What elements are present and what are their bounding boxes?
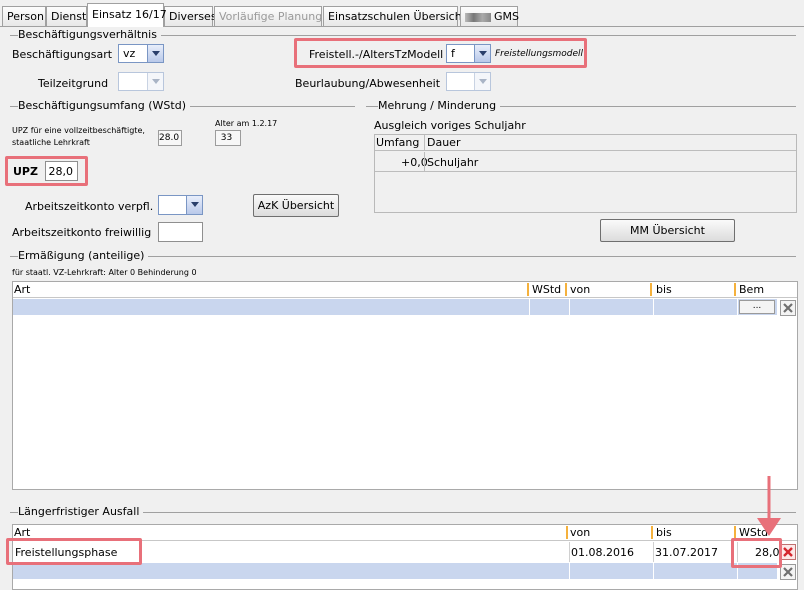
delete-row-icon[interactable] xyxy=(780,544,796,560)
chevron-down-icon[interactable] xyxy=(186,196,202,214)
azk-voluntary-input[interactable] xyxy=(158,222,203,242)
blurred-logo xyxy=(465,12,491,22)
extra-row-duration: Schuljahr xyxy=(427,156,479,169)
cell-divider xyxy=(529,299,530,315)
tab-gms[interactable]: GMS xyxy=(460,6,519,27)
reduction-col-art: Art xyxy=(14,283,31,296)
absence-row-bis: 31.07.2017 xyxy=(655,546,718,559)
leave-label: Beurlaubung/Abwesenheit xyxy=(295,77,441,90)
reduction-col-bem: Bem xyxy=(739,283,765,296)
scope-section-title: Beschäftigungsumfang (WStd) xyxy=(18,99,190,112)
absence-col-von: von xyxy=(570,526,591,539)
cell-divider xyxy=(653,563,654,579)
tab-person[interactable]: Person xyxy=(2,6,46,27)
highlight-absence-type xyxy=(6,538,142,565)
column-separator[interactable] xyxy=(734,283,736,296)
employment-type-label: Beschäftigungsart xyxy=(12,48,113,61)
azk-voluntary-label: Arbeitszeitkonto freiwillig xyxy=(12,226,152,239)
extra-col-duration: Dauer xyxy=(427,136,461,149)
cell-divider xyxy=(653,542,654,562)
tab-vorlaeufige-planung: Vorläufige Planung xyxy=(214,6,322,27)
column-separator[interactable] xyxy=(565,283,567,296)
cell-divider xyxy=(653,299,654,315)
age-value: 33 xyxy=(215,130,241,146)
tab-gms-label: GMS xyxy=(494,10,519,23)
cell-divider xyxy=(569,542,570,562)
extra-table: Umfang Dauer +0,0 Schuljahr xyxy=(374,134,797,213)
reduction-section-title: Ermäßigung (anteilige) xyxy=(18,249,149,262)
extra-section-title: Mehrung / Minderung xyxy=(378,99,501,112)
reduction-table: Art WStd von bis Bem ... xyxy=(12,281,798,490)
extra-subtitle: Ausgleich voriges Schuljahr xyxy=(374,119,526,132)
reduction-col-von: von xyxy=(570,283,591,296)
absence-row-von: 01.08.2016 xyxy=(571,546,634,559)
extra-table-header: Umfang Dauer xyxy=(375,135,796,151)
age-label: Alter am 1.2.17 xyxy=(215,119,278,128)
employment-type-select[interactable]: vz xyxy=(118,44,164,63)
upz-full-value: 28.0 xyxy=(158,130,182,146)
tab-einsatzschulen-uebersicht[interactable]: Einsatzschulen Übersicht xyxy=(323,6,466,27)
leave-select xyxy=(446,72,491,91)
tab-diverses[interactable]: Diverses xyxy=(164,6,217,27)
azk-overview-button[interactable]: AzK Übersicht xyxy=(253,194,339,217)
absence-section-title: Längerfristiger Ausfall xyxy=(18,505,144,518)
column-separator[interactable] xyxy=(566,526,568,539)
chevron-down-icon xyxy=(147,73,163,90)
chevron-down-icon xyxy=(474,73,490,90)
reduction-note: für staatl. VZ-Lehrkraft: Alter 0 Behind… xyxy=(12,268,197,277)
extra-row-divider xyxy=(424,152,425,172)
reduction-col-wstd: WStd xyxy=(532,283,562,296)
extra-header-divider xyxy=(424,135,425,151)
employment-section-title: Beschäftigungsverhältnis xyxy=(18,28,161,41)
upz-full-label-2: staatliche Lehrkraft xyxy=(12,138,90,147)
absence-col-bis: bis xyxy=(656,526,672,539)
reduction-table-header: Art WStd von bis Bem xyxy=(13,282,797,298)
cell-divider xyxy=(569,563,570,579)
part-time-select xyxy=(118,72,164,91)
azk-label: Arbeitszeitkonto verpfl. xyxy=(25,200,154,213)
chevron-down-icon[interactable] xyxy=(147,45,163,62)
extra-row[interactable]: +0,0 Schuljahr xyxy=(375,152,796,172)
delete-row-icon[interactable] xyxy=(780,564,796,580)
highlight-absence-wstd xyxy=(731,538,782,568)
reduction-new-row[interactable]: ... xyxy=(13,299,777,315)
upz-full-label-1: UPZ für eine vollzeitbeschäftigte, xyxy=(12,126,145,135)
highlight-release-model xyxy=(294,38,587,68)
arrow-down-icon xyxy=(757,476,781,536)
employment-type-value: vz xyxy=(123,47,136,60)
mm-overview-button[interactable]: MM Übersicht xyxy=(600,219,735,242)
tab-bar: Person Dienst Einsatz 16/17 Diverses Vor… xyxy=(0,0,804,27)
part-time-label: Teilzeitgrund xyxy=(38,77,109,90)
highlight-upz xyxy=(5,156,88,186)
column-separator[interactable] xyxy=(650,283,652,296)
column-separator[interactable] xyxy=(651,526,653,539)
reduction-col-bis: bis xyxy=(656,283,672,296)
tab-dienst[interactable]: Dienst xyxy=(46,6,87,27)
cell-divider xyxy=(569,299,570,315)
absence-new-row[interactable] xyxy=(13,563,777,579)
column-separator[interactable] xyxy=(527,283,529,296)
cell-divider xyxy=(737,299,738,315)
azk-select[interactable] xyxy=(158,195,203,215)
extra-col-amount: Umfang xyxy=(376,136,420,149)
ellipsis-button[interactable]: ... xyxy=(739,300,775,314)
delete-row-icon[interactable] xyxy=(780,300,796,316)
tab-einsatz[interactable]: Einsatz 16/17 xyxy=(87,3,167,27)
